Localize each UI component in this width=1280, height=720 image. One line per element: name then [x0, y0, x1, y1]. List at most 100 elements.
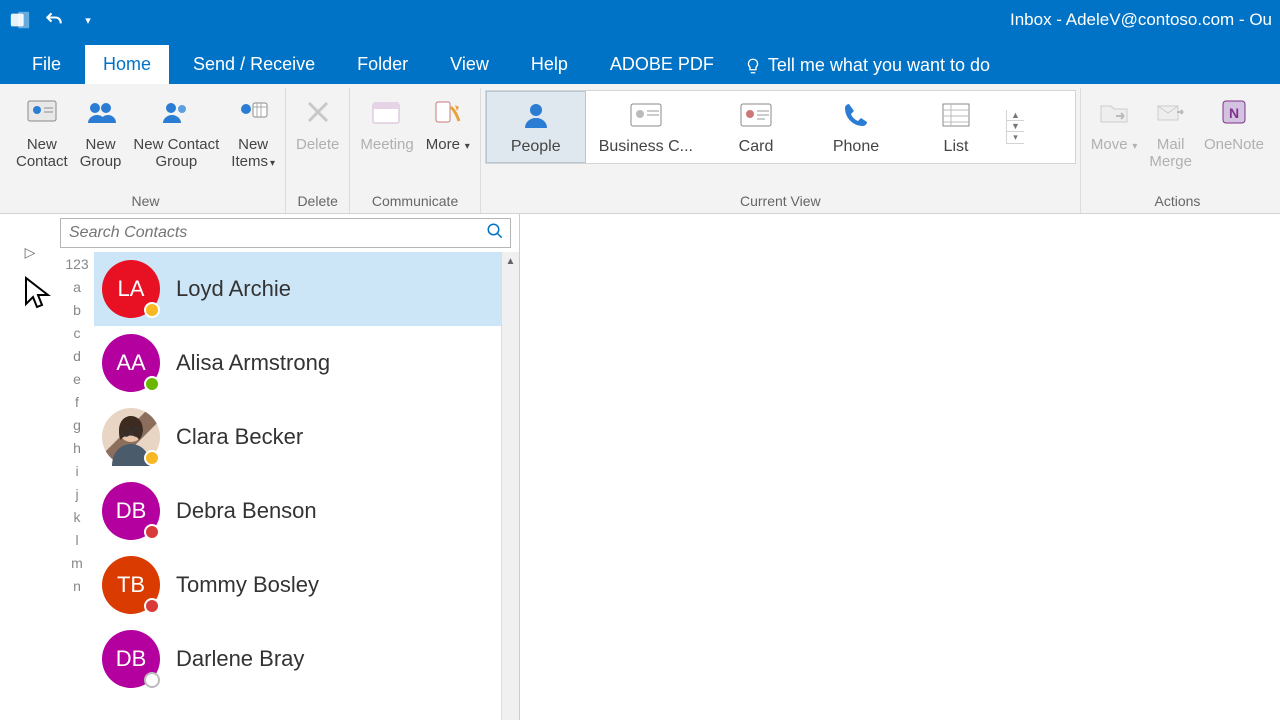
ribbon-group-current-view: People Business C... Card: [481, 88, 1081, 213]
scroll-down-icon[interactable]: ▼: [1007, 121, 1024, 132]
alpha-index-n[interactable]: n: [73, 578, 81, 594]
delete-button[interactable]: Delete: [290, 88, 345, 157]
delete-label: Delete: [296, 136, 339, 153]
search-contacts-box[interactable]: [60, 218, 511, 248]
alpha-index-a[interactable]: a: [73, 279, 81, 295]
tab-home[interactable]: Home: [85, 45, 169, 84]
ribbon-group-actions-label: Actions: [1155, 190, 1201, 213]
contact-row[interactable]: DBDarlene Bray: [94, 622, 519, 696]
onenote-icon: N: [1214, 92, 1254, 132]
alpha-index-g[interactable]: g: [73, 417, 81, 433]
tab-adobe-pdf[interactable]: ADOBE PDF: [592, 45, 732, 84]
contact-row[interactable]: TBTommy Bosley: [94, 548, 519, 622]
meeting-button[interactable]: Meeting: [354, 88, 419, 157]
tab-file[interactable]: File: [14, 45, 79, 84]
tab-help[interactable]: Help: [513, 45, 586, 84]
ribbon-group-new-label: New: [131, 190, 159, 213]
contact-list: LALoyd ArchieAAAlisa ArmstrongClara Beck…: [94, 252, 519, 720]
contact-name: Tommy Bosley: [176, 572, 319, 598]
outlook-icon: [8, 8, 32, 32]
alpha-index-l[interactable]: l: [75, 532, 78, 548]
new-group-button[interactable]: New Group: [74, 88, 128, 175]
new-group-label: New Group: [80, 136, 122, 171]
undo-icon[interactable]: [42, 8, 66, 32]
alpha-index-j[interactable]: j: [75, 486, 78, 502]
scroll-up-icon[interactable]: ▲: [506, 252, 516, 270]
new-items-icon: [233, 92, 273, 132]
ribbon-tabs: File Home Send / Receive Folder View Hel…: [0, 40, 1280, 84]
calendar-meeting-icon: [367, 92, 407, 132]
view-gallery-scroll[interactable]: ▲ ▼ ▾: [1006, 110, 1024, 144]
new-items-label: New Items▾: [231, 136, 275, 171]
alpha-index-b[interactable]: b: [73, 302, 81, 318]
onenote-label: OneNote: [1204, 136, 1264, 153]
contact-row[interactable]: DBDebra Benson: [94, 474, 519, 548]
list-scrollbar[interactable]: ▲: [501, 252, 519, 720]
alpha-index-d[interactable]: d: [73, 348, 81, 364]
ribbon: New Contact New Group New Contact Group …: [0, 84, 1280, 214]
search-icon[interactable]: [480, 222, 510, 245]
view-list-button[interactable]: List: [906, 91, 1006, 163]
presence-away-icon: [144, 302, 160, 318]
content-area: ▷ 123 abcdefghijklmn LALoyd ArchieAAAlisa…: [0, 214, 1280, 720]
contact-row[interactable]: Clara Becker: [94, 400, 519, 474]
new-contact-group-button[interactable]: New Contact Group: [127, 88, 225, 175]
presence-away-icon: [144, 450, 160, 466]
search-input[interactable]: [61, 220, 480, 246]
more-button[interactable]: More ▾: [420, 88, 476, 157]
view-phone-button[interactable]: Phone: [806, 91, 906, 163]
alpha-index-i[interactable]: i: [75, 463, 78, 479]
presence-none-icon: [144, 672, 160, 688]
scroll-up-icon[interactable]: ▲: [1007, 110, 1024, 121]
nav-pane-collapsed[interactable]: ▷: [0, 214, 60, 720]
tell-me-search[interactable]: Tell me what you want to do: [744, 55, 990, 84]
person-card-icon: [22, 92, 62, 132]
tab-view[interactable]: View: [432, 45, 507, 84]
alpha-index-f[interactable]: f: [75, 394, 79, 410]
expand-gallery-icon[interactable]: ▾: [1007, 132, 1024, 144]
onenote-button[interactable]: N OneNote: [1198, 88, 1270, 157]
new-contact-group-label: New Contact Group: [133, 136, 219, 171]
contact-name: Alisa Armstrong: [176, 350, 330, 376]
lightbulb-icon: [744, 57, 762, 75]
move-label: Move ▾: [1091, 136, 1138, 153]
alpha-index-k[interactable]: k: [74, 509, 81, 525]
qat-customize-icon[interactable]: ▾: [76, 8, 100, 32]
folder-move-icon: [1094, 92, 1134, 132]
mail-merge-icon: [1151, 92, 1191, 132]
contacts-pane: 123 abcdefghijklmn LALoyd ArchieAAAlisa A…: [60, 214, 520, 720]
title-bar: ▾ Inbox - AdeleV@contoso.com - Ou: [0, 0, 1280, 40]
new-contact-button[interactable]: New Contact: [10, 88, 74, 175]
new-items-button[interactable]: New Items▾: [225, 88, 281, 175]
view-people-label: People: [511, 138, 561, 156]
tab-send-receive[interactable]: Send / Receive: [175, 45, 333, 84]
phone-icon: [839, 98, 873, 132]
ribbon-group-actions: Move ▾ Mail Merge N OneNote Actions: [1081, 88, 1274, 213]
ribbon-group-current-view-label: Current View: [740, 190, 821, 213]
mail-merge-button[interactable]: Mail Merge: [1143, 88, 1198, 175]
people-group-icon: [81, 92, 121, 132]
view-phone-label: Phone: [833, 138, 879, 156]
contact-row[interactable]: AAAlisa Armstrong: [94, 326, 519, 400]
tab-folder[interactable]: Folder: [339, 45, 426, 84]
view-card-button[interactable]: Card: [706, 91, 806, 163]
new-contact-label: New Contact: [16, 136, 68, 171]
ribbon-group-delete: Delete Delete: [286, 88, 350, 213]
alpha-index-e[interactable]: e: [73, 371, 81, 387]
view-business-label: Business C...: [599, 138, 693, 156]
more-label: More ▾: [426, 136, 470, 153]
list-icon: [939, 98, 973, 132]
tell-me-label: Tell me what you want to do: [768, 55, 990, 76]
alpha-index-h[interactable]: h: [73, 440, 81, 456]
contact-row[interactable]: LALoyd Archie: [94, 252, 519, 326]
presence-busy-icon: [144, 598, 160, 614]
alpha-index-123[interactable]: 123: [65, 256, 88, 272]
svg-text:N: N: [1229, 105, 1239, 121]
alpha-index[interactable]: 123 abcdefghijklmn: [60, 252, 94, 720]
alpha-index-c[interactable]: c: [74, 325, 81, 341]
alpha-index-m[interactable]: m: [71, 555, 83, 571]
view-people-button[interactable]: People: [486, 91, 586, 163]
move-button[interactable]: Move ▾: [1085, 88, 1144, 157]
person-silhouette-icon: [519, 98, 553, 132]
view-business-card-button[interactable]: Business C...: [586, 91, 706, 163]
